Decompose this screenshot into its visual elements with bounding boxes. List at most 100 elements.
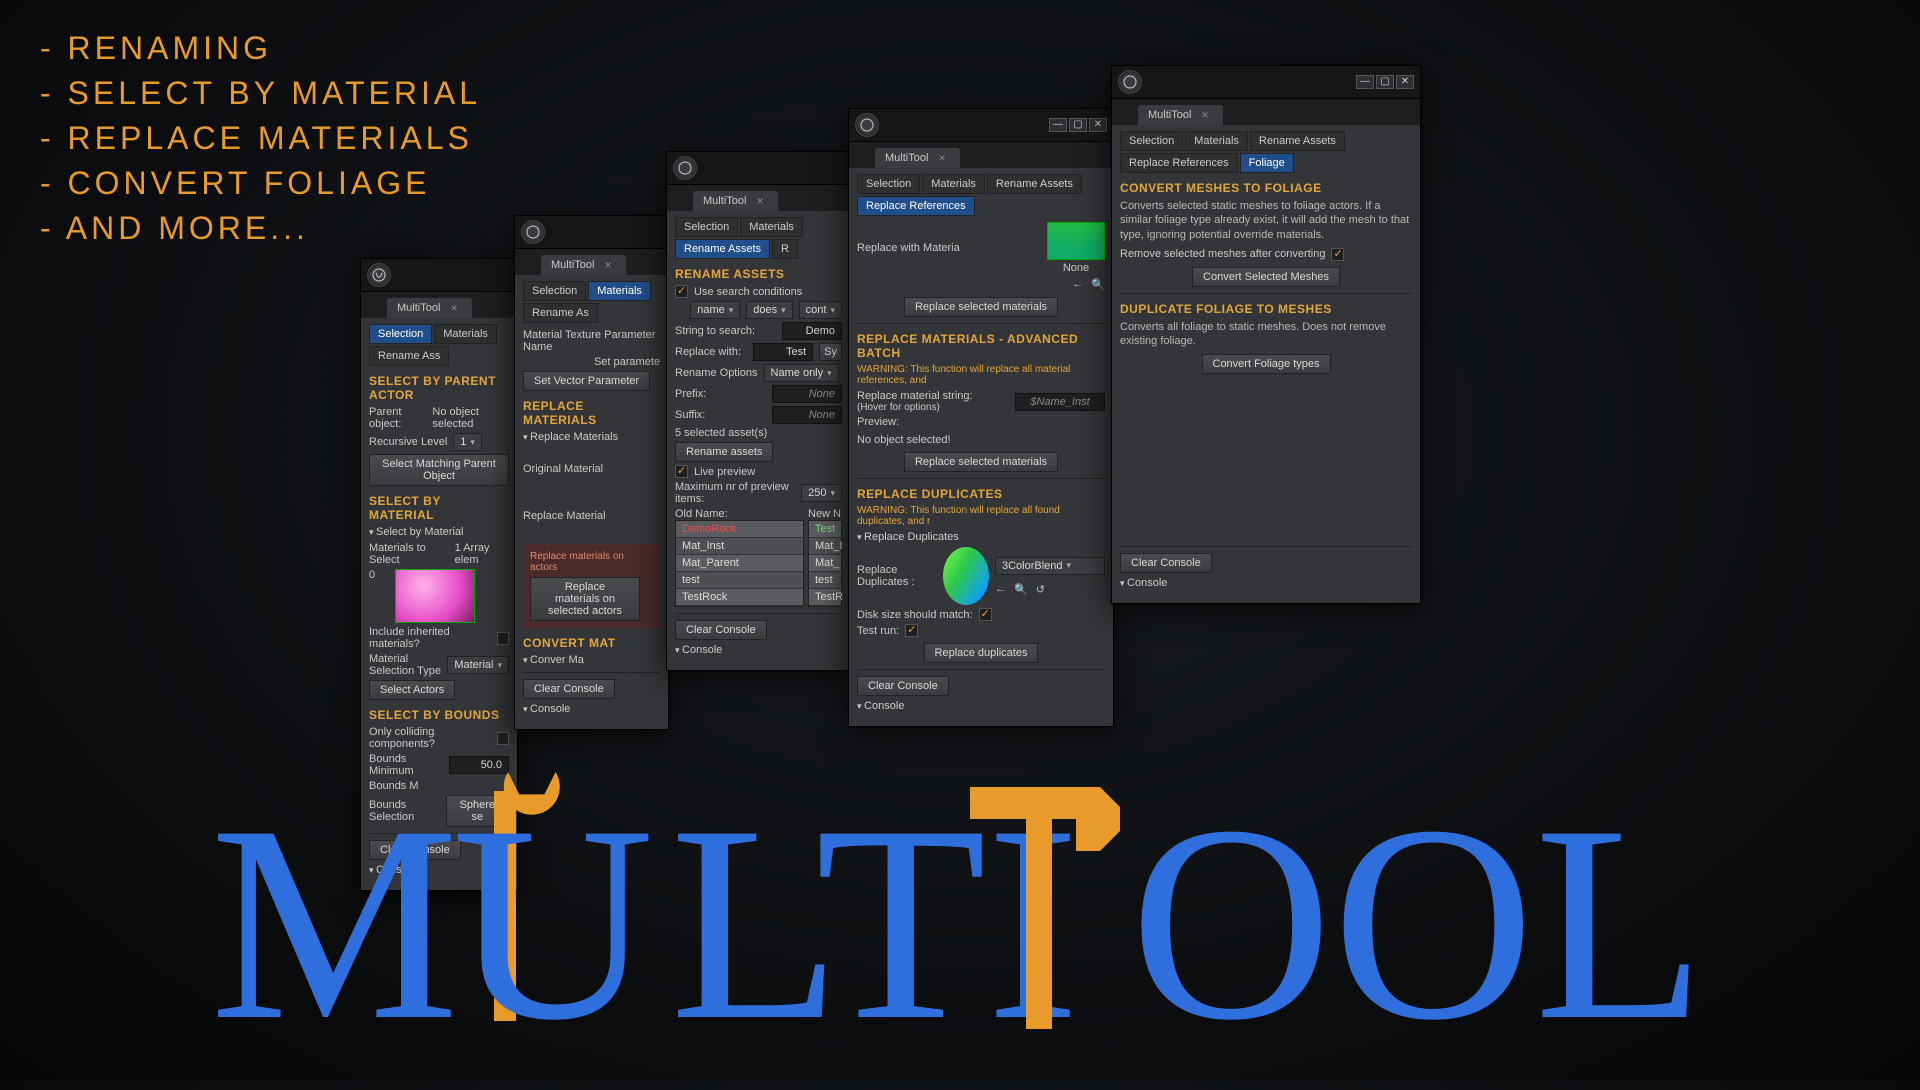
window-foliage: — ▢ ✕ MultiTool✕ Selection Materials Ren… [1111,65,1421,604]
maximize-button[interactable]: ▢ [1376,75,1394,89]
search-icon[interactable]: 🔍 [1091,278,1105,291]
material-thumbnail[interactable] [395,569,475,623]
collapsible-replace-materials[interactable]: Replace Materials [523,431,660,443]
console-collapsible[interactable]: Console [675,644,842,656]
minimize-button[interactable]: — [1049,118,1067,132]
replace-duplicates-button[interactable]: Replace duplicates [924,643,1039,663]
replace-selected-materials-button[interactable]: Replace selected materials [904,297,1058,317]
window-tab[interactable]: MultiTool✕ [1138,105,1223,125]
arrow-left-icon[interactable]: ← [1072,278,1083,291]
tab-selection[interactable]: Selection [369,324,432,344]
select-matching-parent-button[interactable]: Select Matching Parent Object [369,454,509,486]
clear-console-button[interactable]: Clear Console [523,679,615,699]
collapsible-convert-materials[interactable]: Conver Ma [523,654,660,666]
unreal-logo-icon [521,220,545,244]
clear-console-button[interactable]: Clear Console [1120,553,1212,573]
tab-selection[interactable]: Selection [675,217,738,237]
warning-text: WARNING: This function will replace all … [857,505,1105,527]
set-vector-parameter-button[interactable]: Set Vector Parameter [523,371,650,391]
svg-text:OOL: OOL [1130,767,1705,1078]
replace-selected-materials-button[interactable]: Replace selected materials [904,452,1058,472]
tab-materials[interactable]: Materials [588,281,651,301]
titlebar[interactable] [361,259,517,292]
select-actors-button[interactable]: Select Actors [369,680,455,700]
selected-count: 5 selected asset(s) [675,427,767,439]
material-thumbnail[interactable] [1047,222,1105,260]
recursive-level-select[interactable]: 1 [453,433,482,451]
use-search-conditions-checkbox[interactable] [675,285,688,298]
tab-materials[interactable]: Materials [434,324,497,344]
reset-icon[interactable]: ↺ [1036,583,1045,596]
clear-console-button[interactable]: Clear Console [675,620,767,640]
warning-text: WARNING: This function will replace all … [857,364,1105,386]
collapsible-select-material[interactable]: Select by Material [369,526,509,538]
convert-foliage-types-button[interactable]: Convert Foliage types [1202,354,1331,374]
sync-button[interactable]: Sy [819,343,842,361]
window-tab[interactable]: MultiTool✕ [387,298,472,318]
replace-string-input[interactable] [1015,393,1105,411]
max-preview-select[interactable]: 250 [801,484,842,502]
list-item: test [809,572,841,589]
convert-selected-meshes-button[interactable]: Convert Selected Meshes [1192,267,1340,287]
console-collapsible[interactable]: Console [523,703,660,715]
console-collapsible[interactable]: Console [1120,577,1412,589]
tab-rename[interactable]: Rename Assets [987,174,1082,194]
prefix-input[interactable] [772,385,842,403]
tab-foliage[interactable]: Foliage [1240,153,1294,173]
include-inherited-checkbox[interactable] [497,632,509,645]
list-item: Mat_I [809,538,841,555]
disk-size-match-checkbox[interactable] [979,608,992,621]
window-tab[interactable]: MultiTool✕ [875,148,960,168]
maximize-button[interactable]: ▢ [1069,118,1087,132]
tab-rename[interactable]: Rename Ass [369,346,449,366]
section-header: DUPLICATE FOLIAGE TO MESHES [1120,302,1412,316]
close-icon[interactable]: ✕ [938,153,946,163]
tab-materials[interactable]: Materials [740,217,803,237]
minimize-button[interactable]: — [1356,75,1374,89]
close-icon[interactable]: ✕ [604,260,612,270]
tab-selection[interactable]: Selection [523,281,586,301]
window-tab[interactable]: MultiTool✕ [693,191,778,211]
list-item: Test [809,521,841,538]
rename-options-select[interactable]: Name only [764,364,839,382]
cond-subject[interactable]: name [690,301,740,319]
remove-after-convert-checkbox[interactable] [1331,248,1344,261]
search-icon[interactable]: 🔍 [1014,583,1028,596]
suffix-input[interactable] [772,406,842,424]
tab-replace-references[interactable]: Replace References [1120,153,1238,173]
search-string-input[interactable] [782,322,842,340]
tab-materials[interactable]: Materials [922,174,985,194]
collapsible-replace-duplicates[interactable]: Replace Duplicates [857,531,1105,543]
tab-selection[interactable]: Selection [1120,131,1183,151]
close-icon[interactable]: ✕ [756,196,764,206]
tab-rename[interactable]: Rename Assets [675,239,770,259]
window-tab[interactable]: MultiTool✕ [541,255,626,275]
rename-assets-button[interactable]: Rename assets [675,442,773,462]
replace-on-actors-button[interactable]: Replace materials on selected actors [530,577,640,621]
arrow-left-icon[interactable]: ← [995,583,1006,596]
live-preview-checkbox[interactable] [675,465,688,478]
clear-console-button[interactable]: Clear Console [857,676,949,696]
tab-selection[interactable]: Selection [857,174,920,194]
close-button[interactable]: ✕ [1396,75,1414,89]
duplicate-target-select[interactable]: 3ColorBlend [995,557,1105,575]
test-run-checkbox[interactable] [905,624,918,637]
material-thumbnail[interactable] [943,547,989,605]
list-item: Mat_Inst [676,538,803,555]
list-item: TestR [809,589,841,606]
console-collapsible[interactable]: Console [857,700,1105,712]
close-icon[interactable]: ✕ [450,303,458,313]
close-button[interactable]: ✕ [1089,118,1107,132]
close-icon[interactable]: ✕ [1201,110,1209,120]
tab-rename[interactable]: Rename As [523,303,598,323]
cond-verb[interactable]: does [746,301,792,319]
replace-with-input[interactable] [753,343,813,361]
cond-predicate[interactable]: cont [799,301,842,319]
tab-rename[interactable]: Rename Assets [1250,131,1345,151]
material-selection-type[interactable]: Material [447,656,509,674]
tab-replace-references[interactable]: Replace References [857,196,975,216]
tab-r[interactable]: R [772,239,798,259]
logo-m: M [210,767,459,1078]
tab-materials[interactable]: Materials [1185,131,1248,151]
only-colliding-checkbox[interactable] [497,732,509,745]
